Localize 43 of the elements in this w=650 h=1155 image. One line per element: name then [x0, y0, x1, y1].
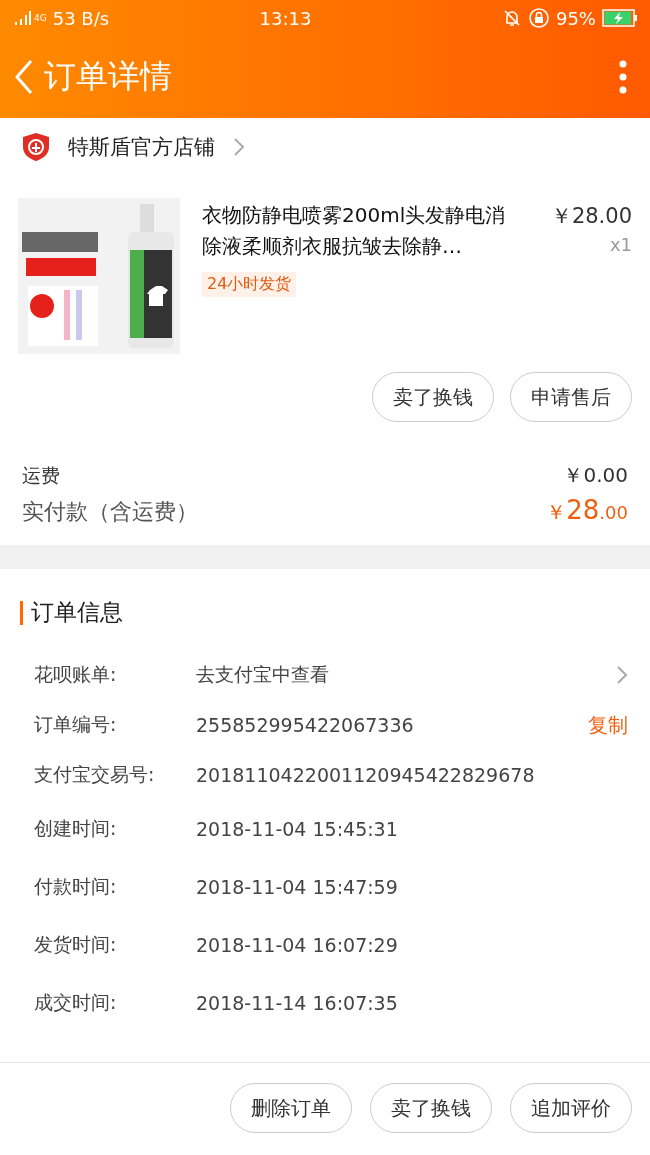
network-type: 4G	[34, 13, 47, 23]
section-title: 订单信息	[31, 598, 123, 627]
battery-percent: 95%	[555, 7, 596, 29]
shipping-label: 运费	[22, 463, 60, 488]
product-quantity: x1	[609, 234, 632, 255]
action-button[interactable]: 删除订单	[230, 1083, 352, 1133]
info-label: 创建时间:	[34, 816, 118, 841]
action-button[interactable]: 申请售后	[510, 372, 632, 422]
action-button[interactable]: 卖了换钱	[370, 1083, 492, 1133]
rotation-lock-icon	[527, 7, 550, 29]
info-value: 去支付宝中查看	[196, 662, 330, 687]
info-label: 花呗账单:	[34, 662, 118, 687]
info-label: 成交时间:	[34, 990, 118, 1015]
page-title: 订单详情	[44, 56, 172, 97]
info-label: 发货时间:	[34, 932, 118, 957]
more-icon[interactable]	[618, 60, 628, 94]
chevron-right-icon[interactable]	[616, 665, 628, 685]
back-icon[interactable]	[14, 59, 34, 95]
info-value: 2018-11-04 16:07:29	[196, 934, 399, 956]
shipping-fee: ￥0.00	[563, 462, 628, 489]
section-marker	[20, 600, 23, 625]
clock: 13:13	[259, 7, 312, 29]
info-value: 2018-11-04 15:47:59	[196, 876, 399, 898]
info-value: 255852995422067336	[196, 714, 415, 736]
shop-name[interactable]: 特斯盾官方店铺	[68, 133, 215, 161]
shield-icon	[22, 132, 50, 162]
action-button[interactable]: 追加评价	[510, 1083, 632, 1133]
info-label: 订单编号:	[34, 712, 118, 737]
total-price: ￥28.00	[546, 495, 628, 526]
shipping-tag: 24小时发货	[202, 272, 297, 297]
info-label: 付款时间:	[34, 874, 118, 899]
product-title[interactable]: 衣物防静电喷雾200ml头发静电消除液柔顺剂衣服抗皱去除静…	[202, 200, 520, 262]
chevron-right-icon[interactable]	[233, 137, 245, 157]
signal-icon	[14, 10, 32, 26]
info-value: 2018-11-04 15:45:31	[196, 818, 399, 840]
info-value: 2018-11-14 16:07:35	[196, 992, 399, 1014]
muted-bell-icon	[501, 8, 522, 28]
info-value: 2018110422001120945422829678	[196, 764, 536, 786]
network-speed: 53 B/s	[52, 7, 110, 29]
action-button[interactable]: 卖了换钱	[372, 372, 494, 422]
total-label: 实付款（含运费）	[22, 498, 198, 526]
info-label: 支付宝交易号:	[34, 762, 156, 787]
product-price: ￥28.00	[550, 203, 632, 230]
